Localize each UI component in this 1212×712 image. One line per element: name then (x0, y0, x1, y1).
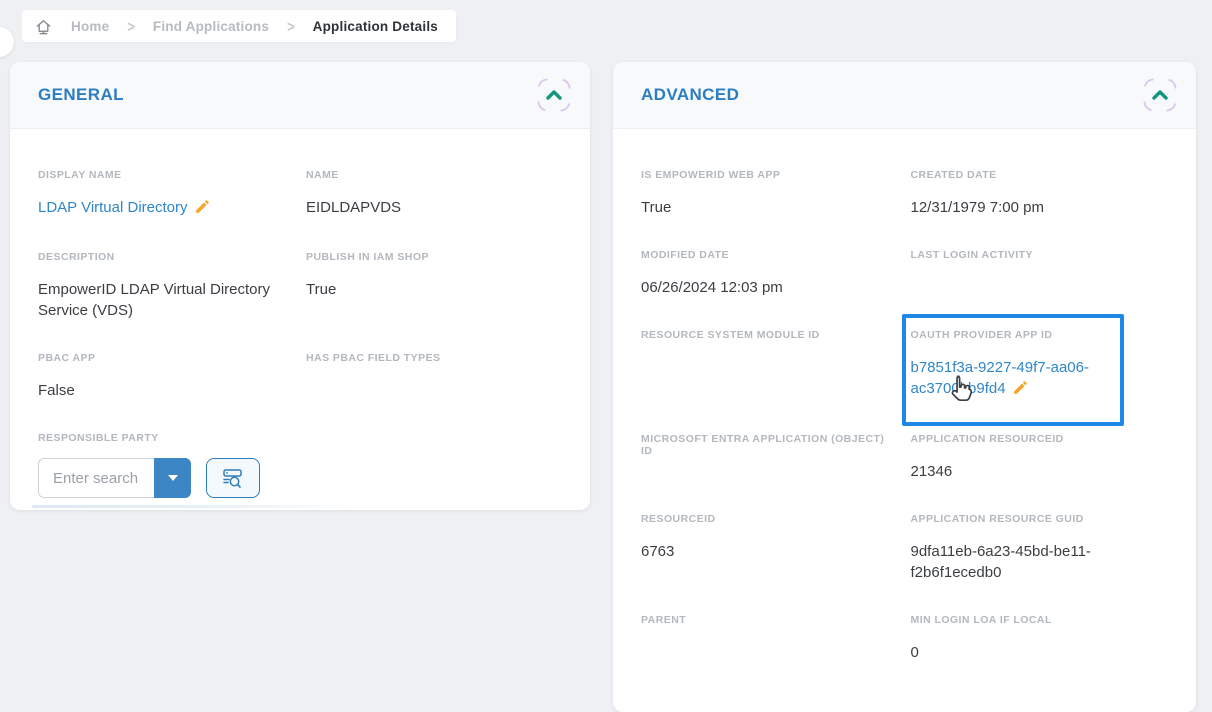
field-is-empowerid-web-app: IS EMPOWERID WEB APP True (641, 169, 899, 218)
field-label: CREATED DATE (911, 169, 1169, 181)
general-panel-title: GENERAL (38, 85, 124, 105)
field-label: PARENT (641, 614, 899, 626)
oauth-provider-app-id-link[interactable]: b7851f3a-9227-49f7-aa06-ac3700bb9fd4 (911, 359, 1089, 397)
advanced-panel: ADVANCED IS EMPOWERID WEB APP True CREAT… (613, 62, 1196, 712)
search-dropdown-button[interactable] (154, 458, 191, 498)
field-oauth-provider-app-id: OAUTH PROVIDER APP ID b7851f3a-9227-49f7… (911, 329, 1169, 402)
field-label: MIN LOGIN LOA IF LOCAL (911, 614, 1169, 626)
field-value: 06/26/2024 12:03 pm (641, 277, 881, 298)
field-value: 0 (911, 642, 1151, 663)
field-label: APPLICATION RESOURCE GUID (911, 513, 1169, 525)
general-panel-header: GENERAL (10, 62, 590, 129)
field-resourceid: RESOURCEID 6763 (641, 513, 899, 583)
field-value: 6763 (641, 541, 881, 562)
field-label: IS EMPOWERID WEB APP (641, 169, 899, 181)
field-label: HAS PBAC FIELD TYPES (306, 352, 562, 364)
field-value: False (38, 380, 278, 401)
field-label: NAME (306, 169, 562, 181)
chevron-right-icon: > (127, 17, 135, 35)
field-description: DESCRIPTION EmpowerID LDAP Virtual Direc… (38, 251, 294, 321)
field-modified-date: MODIFIED DATE 06/26/2024 12:03 pm (641, 249, 899, 298)
field-responsible-party: RESPONSIBLE PARTY (38, 432, 294, 498)
field-label: MODIFIED DATE (641, 249, 899, 261)
collapse-general-button[interactable] (536, 77, 572, 113)
field-label: RESOURCEID (641, 513, 899, 525)
chevron-right-icon: > (287, 17, 295, 35)
field-pbac-app: PBAC APP False (38, 352, 294, 401)
field-value: EmpowerID LDAP Virtual Directory Service… (38, 279, 278, 321)
chevron-up-icon (548, 92, 560, 98)
breadcrumb-home[interactable]: Home (71, 19, 109, 34)
field-value: True (641, 197, 881, 218)
chevron-down-icon (168, 475, 178, 481)
field-label: DESCRIPTION (38, 251, 294, 263)
display-name-link[interactable]: LDAP Virtual Directory (38, 199, 188, 216)
responsible-party-search-input[interactable] (38, 458, 154, 498)
field-label: MICROSOFT ENTRA APPLICATION (OBJECT) ID (641, 433, 899, 457)
card-accent-line (32, 505, 352, 508)
field-label: OAUTH PROVIDER APP ID (911, 329, 1169, 341)
pencil-edit-icon[interactable] (194, 198, 211, 220)
lookup-browse-button[interactable] (206, 458, 260, 498)
field-resource-system-module-id: RESOURCE SYSTEM MODULE ID (641, 329, 899, 402)
general-fields: DISPLAY NAME LDAP Virtual Directory NAME… (10, 129, 590, 529)
field-value: 21346 (911, 461, 1151, 482)
field-value: True (306, 279, 546, 300)
spacer-cell (306, 432, 562, 498)
breadcrumb-application-details: Application Details (313, 19, 438, 34)
advanced-fields: IS EMPOWERID WEB APP True CREATED DATE 1… (613, 129, 1196, 694)
field-last-login-activity: LAST LOGIN ACTIVITY (911, 249, 1169, 298)
field-value: EIDLDAPVDS (306, 197, 546, 218)
chevron-up-icon (1154, 92, 1166, 98)
general-panel: GENERAL DISPLAY NAME LDAP Virtual Direct… (10, 62, 590, 510)
field-label: LAST LOGIN ACTIVITY (911, 249, 1169, 261)
breadcrumb: Home > Find Applications > Application D… (22, 10, 456, 42)
field-application-resource-guid: APPLICATION RESOURCE GUID 9dfa11eb-6a23-… (911, 513, 1169, 583)
field-label: PBAC APP (38, 352, 294, 364)
field-name: NAME EIDLDAPVDS (306, 169, 562, 220)
advanced-panel-title: ADVANCED (641, 85, 739, 105)
collapse-advanced-button[interactable] (1142, 77, 1178, 113)
field-application-resourceid: APPLICATION RESOURCEID 21346 (911, 433, 1169, 482)
field-created-date: CREATED DATE 12/31/1979 7:00 pm (911, 169, 1169, 218)
field-has-pbac-field-types: HAS PBAC FIELD TYPES (306, 352, 562, 401)
field-value: 9dfa11eb-6a23-45bd-be11-f2b6f1ecedb0 (911, 541, 1111, 583)
home-icon[interactable] (34, 17, 53, 36)
field-label: RESOURCE SYSTEM MODULE ID (641, 329, 899, 341)
field-publish-in-iam-shop: PUBLISH IN IAM SHOP True (306, 251, 562, 321)
breadcrumb-find-applications[interactable]: Find Applications (153, 19, 269, 34)
field-parent: PARENT (641, 614, 899, 663)
field-min-login-loa-if-local: MIN LOGIN LOA IF LOCAL 0 (911, 614, 1169, 663)
field-label: RESPONSIBLE PARTY (38, 432, 294, 444)
pencil-edit-icon[interactable] (1012, 379, 1029, 401)
field-label: APPLICATION RESOURCEID (911, 433, 1169, 445)
field-display-name: DISPLAY NAME LDAP Virtual Directory (38, 169, 294, 220)
field-label: DISPLAY NAME (38, 169, 294, 181)
database-search-icon (221, 466, 245, 490)
advanced-panel-header: ADVANCED (613, 62, 1196, 129)
drawer-handle[interactable] (0, 27, 14, 57)
field-value: 12/31/1979 7:00 pm (911, 197, 1151, 218)
field-microsoft-entra-application-object-id: MICROSOFT ENTRA APPLICATION (OBJECT) ID (641, 433, 899, 482)
field-label: PUBLISH IN IAM SHOP (306, 251, 562, 263)
